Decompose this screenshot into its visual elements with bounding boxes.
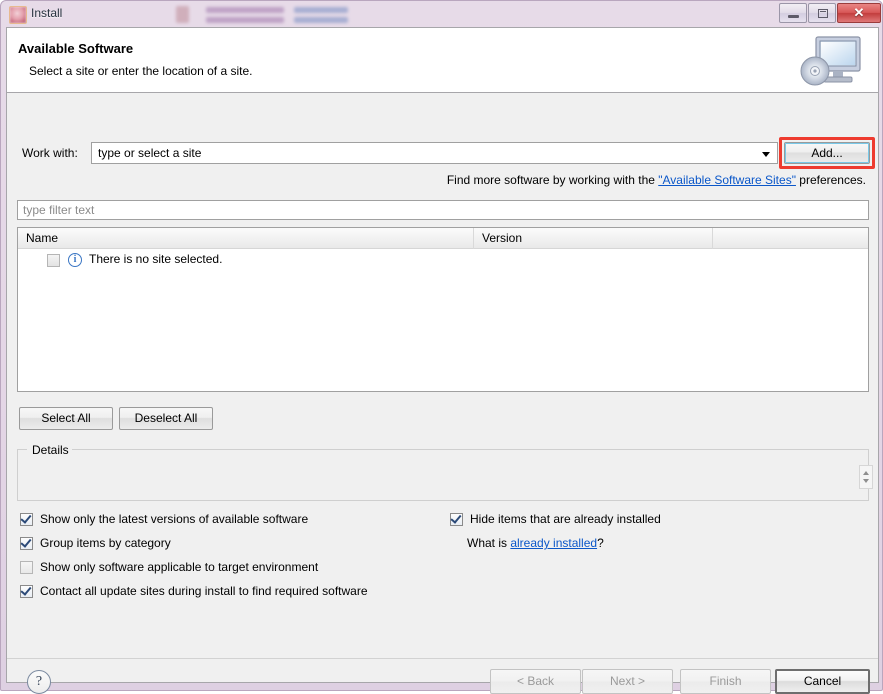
column-header-extra[interactable] <box>713 228 868 249</box>
row-checkbox[interactable] <box>47 254 60 267</box>
deselect-all-button[interactable]: Deselect All <box>119 407 213 430</box>
computer-disc-icon <box>800 36 861 86</box>
install-dialog-window: Install ✕ Available Software Select a si… <box>0 0 883 694</box>
title-bar[interactable]: Install ✕ <box>1 1 883 27</box>
window-controls: ✕ <box>779 3 881 24</box>
column-header-version[interactable]: Version <box>474 228 713 249</box>
work-with-input[interactable]: type or select a site <box>98 146 201 160</box>
window-title: Install <box>31 6 63 20</box>
close-icon: ✕ <box>853 5 865 20</box>
column-header-name[interactable]: Name <box>18 228 474 249</box>
minimize-icon <box>788 15 799 18</box>
details-scroll-spinner[interactable] <box>859 465 873 489</box>
find-more-prefix: Find more software by working with the <box>446 173 659 187</box>
finish-button[interactable]: Finish <box>680 669 771 694</box>
chevron-up-icon[interactable] <box>863 471 869 475</box>
details-group-box <box>17 449 869 501</box>
checkbox-show-latest-versions[interactable] <box>20 512 33 526</box>
option-label: Show only software applicable to target … <box>40 560 319 574</box>
page-title: Available Software <box>18 41 134 56</box>
filter-input[interactable]: type filter text <box>17 200 869 220</box>
table-row[interactable]: i There is no site selected. <box>18 249 868 271</box>
chevron-down-icon[interactable] <box>762 152 770 157</box>
page-subtitle: Select a site or enter the location of a… <box>29 64 253 78</box>
find-more-software-text: Find more software by working with the "… <box>447 173 866 187</box>
minimize-button[interactable] <box>779 3 807 23</box>
info-icon: i <box>68 253 82 267</box>
select-all-button[interactable]: Select All <box>19 407 113 430</box>
whatis-suffix: ? <box>597 536 604 550</box>
back-button[interactable]: < Back <box>490 669 581 694</box>
checkbox-applicable-to-target[interactable] <box>20 561 33 574</box>
work-with-combo[interactable]: type or select a site <box>91 142 778 164</box>
footer-separator <box>7 658 878 659</box>
option-label: Show only the latest versions of availab… <box>40 512 309 526</box>
add-site-button[interactable]: Add... <box>784 142 870 164</box>
chevron-down-icon[interactable] <box>863 479 869 483</box>
available-software-sites-link[interactable]: "Available Software Sites" <box>658 173 796 187</box>
find-more-suffix: preferences. <box>795 173 866 187</box>
filter-placeholder: type filter text <box>23 203 95 217</box>
table-header-row: Name Version <box>18 228 868 249</box>
checkbox-contact-update-sites[interactable] <box>20 584 33 598</box>
checkbox-group-by-category[interactable] <box>20 536 33 550</box>
dialog-client-area: Available Software Select a site or ente… <box>6 27 879 694</box>
maximize-button[interactable] <box>808 3 836 23</box>
row-name-label: There is no site selected. <box>89 252 223 266</box>
close-button[interactable]: ✕ <box>837 3 881 23</box>
software-table[interactable]: Name Version i There is no site selected… <box>17 227 869 392</box>
work-with-label: Work with: <box>22 146 78 160</box>
option-label: Contact all update sites during install … <box>40 584 368 598</box>
next-button[interactable]: Next > <box>582 669 673 694</box>
maximize-icon <box>818 9 828 18</box>
what-is-already-installed-text: What is already installed? <box>467 536 604 550</box>
details-legend-label: Details <box>29 443 72 457</box>
whatis-prefix: What is <box>467 536 511 550</box>
already-installed-link[interactable]: already installed <box>510 536 597 550</box>
checkbox-hide-installed[interactable] <box>450 512 463 526</box>
option-label: Group items by category <box>40 536 171 550</box>
cancel-button[interactable]: Cancel <box>775 669 870 694</box>
install-app-icon <box>9 6 27 24</box>
dialog-header: Available Software Select a site or ente… <box>7 28 878 93</box>
help-button[interactable]: ? <box>27 670 51 694</box>
option-label: Hide items that are already installed <box>470 512 661 526</box>
